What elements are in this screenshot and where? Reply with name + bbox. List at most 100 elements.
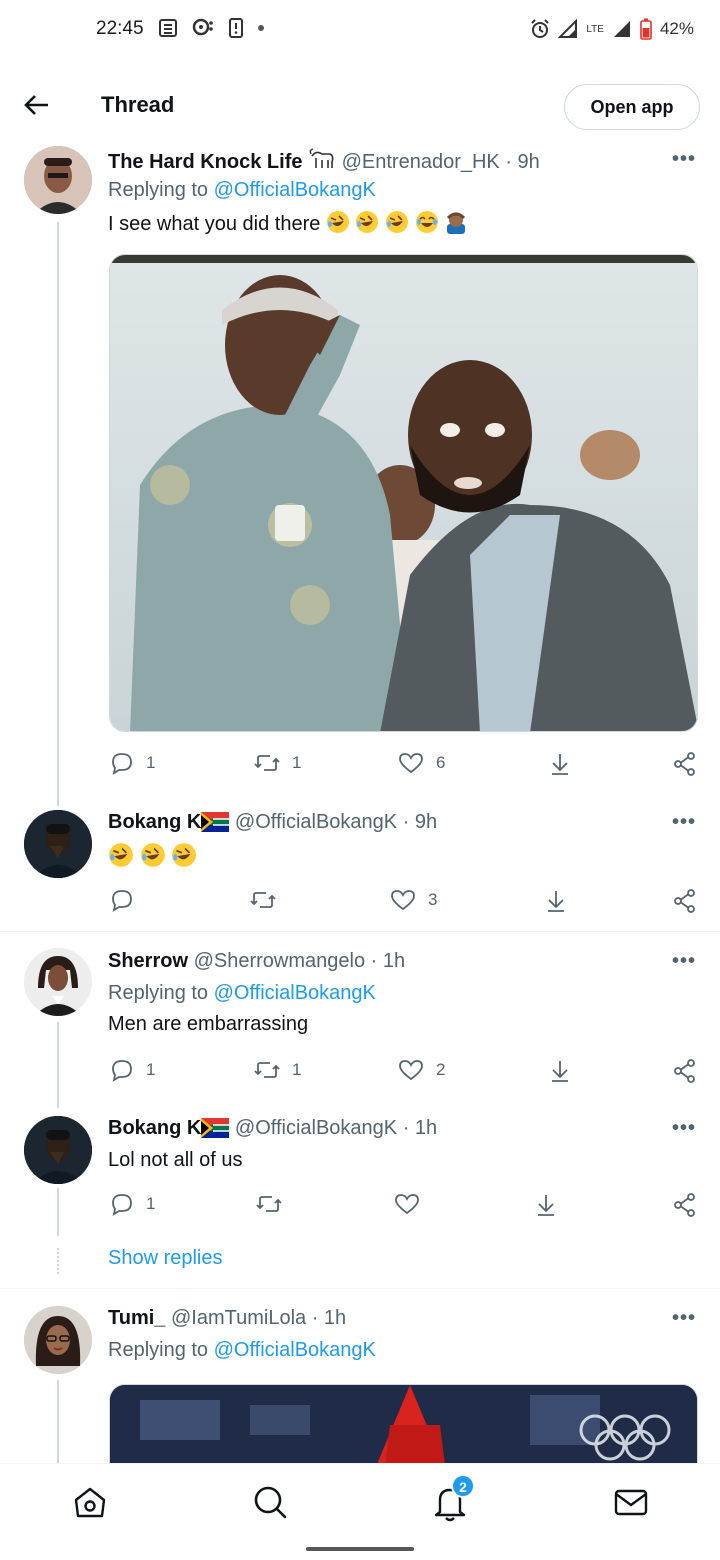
tweet-image[interactable] xyxy=(109,254,698,732)
thread-connector xyxy=(57,222,59,806)
reply-button[interactable]: 1 xyxy=(110,1058,155,1082)
more-options-icon[interactable]: ••• xyxy=(672,811,696,834)
avatar[interactable] xyxy=(24,948,92,1016)
retweet-button[interactable]: 1 xyxy=(254,1058,301,1082)
handle[interactable]: @Entrenador_HK xyxy=(342,151,500,173)
reply-icon xyxy=(112,753,132,775)
search-icon[interactable] xyxy=(250,1482,290,1522)
tweet-text: Lol not all of us xyxy=(108,1149,243,1171)
retweet-icon xyxy=(254,755,280,771)
download-icon[interactable] xyxy=(534,1192,558,1218)
reply-count: 1 xyxy=(146,1194,156,1213)
tweet-actions: 1 xyxy=(0,1192,720,1222)
download-icon[interactable] xyxy=(544,888,568,914)
heart-icon xyxy=(399,1060,423,1081)
tweet-item[interactable]: Sherrow @Sherrowmangelo · 1h ••• Replyin… xyxy=(0,948,720,1108)
handle[interactable]: @OfficialBokangK xyxy=(235,811,397,833)
reply-button[interactable]: 1 xyxy=(110,751,155,775)
share-icon[interactable] xyxy=(673,1192,697,1218)
thread-connector-dotted xyxy=(57,1248,59,1274)
signal-icon xyxy=(558,19,578,38)
battery-percent: 42% xyxy=(659,19,694,38)
replying-handle-link[interactable]: @OfficialBokangK xyxy=(214,179,376,201)
avatar[interactable] xyxy=(24,146,92,214)
joy-emoji-icon xyxy=(415,211,438,233)
tweet-item[interactable]: Bokang K @OfficialBokangK · 9h ••• 3 xyxy=(0,808,720,930)
divider xyxy=(0,1288,720,1289)
retweet-count: 1 xyxy=(292,1060,302,1079)
show-replies-link[interactable]: Show replies xyxy=(108,1247,223,1270)
tweet-header: Bokang K @OfficialBokangK · 1h xyxy=(108,1117,437,1140)
network-type: LTE xyxy=(586,23,604,35)
notifications-badge: 2 xyxy=(451,1474,475,1498)
handle[interactable]: @OfficialBokangK xyxy=(235,1117,397,1139)
retweet-button[interactable]: 1 xyxy=(254,751,301,775)
display-name[interactable]: Tumi_ xyxy=(108,1307,165,1329)
like-button[interactable]: 6 xyxy=(398,751,445,775)
more-options-icon[interactable]: ••• xyxy=(672,148,696,171)
retweet-button[interactable] xyxy=(256,1192,294,1216)
display-name[interactable]: Bokang K xyxy=(108,811,201,833)
open-app-button[interactable]: Open app xyxy=(564,84,700,130)
tweet-header: Tumi_ @IamTumiLola · 1h xyxy=(108,1307,346,1330)
handle[interactable]: @IamTumiLola xyxy=(171,1307,306,1329)
reply-icon xyxy=(112,1060,132,1082)
share-icon[interactable] xyxy=(673,888,697,914)
more-options-icon[interactable]: ••• xyxy=(672,950,696,973)
tweet-text: Men are embarrassing xyxy=(108,1013,309,1035)
avatar[interactable] xyxy=(24,1306,92,1374)
avatar[interactable] xyxy=(24,1116,92,1184)
home-icon[interactable] xyxy=(70,1482,110,1522)
retweet-button[interactable] xyxy=(250,888,288,912)
tweet-image[interactable] xyxy=(109,1384,698,1463)
tweet-actions: 3 xyxy=(0,888,720,918)
like-button[interactable] xyxy=(394,1192,432,1216)
like-count: 2 xyxy=(436,1060,446,1079)
thread-connector xyxy=(57,1380,59,1463)
tweet-actions: 1 1 6 xyxy=(0,751,720,781)
tweet-header: Sherrow @Sherrowmangelo · 1h xyxy=(108,950,405,973)
replying-to: Replying to @OfficialBokangK xyxy=(108,1339,376,1362)
display-name[interactable]: Bokang K xyxy=(108,1117,201,1139)
replying-handle-link[interactable]: @OfficialBokangK xyxy=(214,1339,376,1361)
like-count: 6 xyxy=(436,753,446,772)
home-gesture-bar[interactable] xyxy=(306,1547,414,1551)
tweet-item[interactable]: Bokang K @OfficialBokangK · 1h ••• Lol n… xyxy=(0,1114,720,1244)
replying-to: Replying to @OfficialBokangK xyxy=(108,982,376,1005)
download-icon[interactable] xyxy=(548,751,572,777)
more-notifications-dot xyxy=(258,25,264,31)
share-icon[interactable] xyxy=(673,1058,697,1084)
like-button[interactable]: 2 xyxy=(398,1058,445,1082)
tweet-header: Bokang K @OfficialBokangK · 9h xyxy=(108,811,437,834)
display-name[interactable]: The Hard Knock Life xyxy=(108,151,302,173)
news-icon xyxy=(159,19,177,37)
handle[interactable]: @Sherrowmangelo xyxy=(194,950,366,972)
south-africa-flag-icon xyxy=(201,1118,230,1138)
like-count: 3 xyxy=(428,890,438,909)
retweet-icon xyxy=(250,892,276,908)
facepalm-emoji-icon xyxy=(447,212,466,234)
messages-mail-icon[interactable] xyxy=(611,1482,651,1522)
reply-button[interactable]: 1 xyxy=(110,1192,155,1216)
signal-icon-2 xyxy=(613,21,630,37)
more-options-icon[interactable]: ••• xyxy=(672,1117,696,1140)
back-arrow-icon[interactable] xyxy=(22,90,52,120)
replying-handle-link[interactable]: @OfficialBokangK xyxy=(214,982,376,1004)
tweet-item[interactable]: The Hard Knock Life @Entrenador_HK · 9h … xyxy=(0,146,720,806)
reply-icon xyxy=(112,890,132,912)
download-icon[interactable] xyxy=(548,1058,572,1084)
tweet-text xyxy=(108,842,197,870)
reply-button[interactable] xyxy=(110,888,146,912)
avatar[interactable] xyxy=(24,810,92,878)
more-options-icon[interactable]: ••• xyxy=(672,1307,696,1330)
reply-icon xyxy=(112,1194,132,1216)
tweet-item[interactable]: Tumi_ @IamTumiLola · 1h ••• Replying to … xyxy=(0,1304,720,1463)
share-icon[interactable] xyxy=(673,751,697,777)
like-button[interactable]: 3 xyxy=(390,888,437,912)
status-bar: 22:45 LTE 42% xyxy=(0,0,720,62)
page-title: Thread xyxy=(101,92,175,117)
emoji-group xyxy=(326,211,468,235)
retweet-count: 1 xyxy=(292,753,302,772)
heart-icon xyxy=(391,890,415,911)
display-name[interactable]: Sherrow xyxy=(108,950,188,972)
